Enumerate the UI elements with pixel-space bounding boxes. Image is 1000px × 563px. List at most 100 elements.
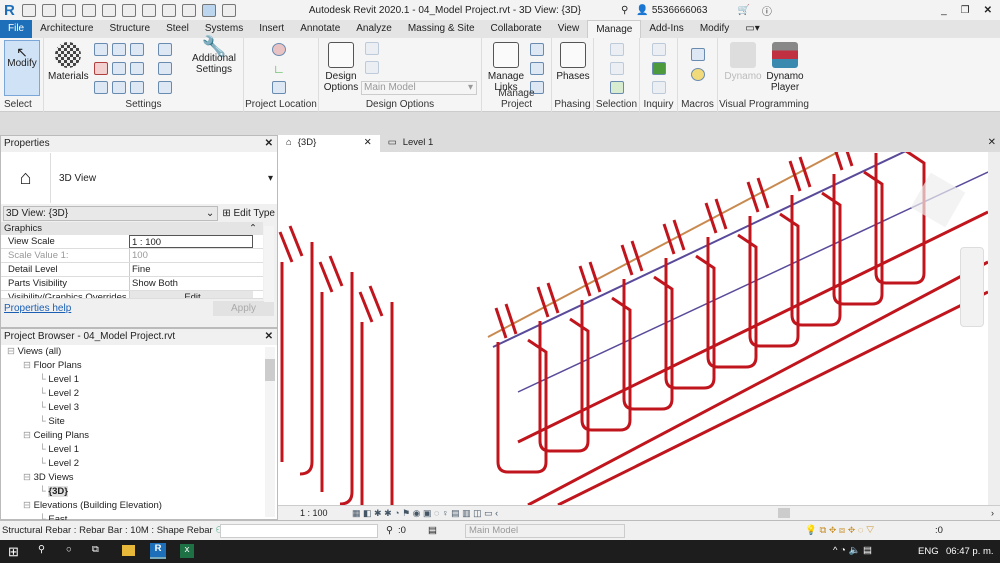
browser-item[interactable]: └ {3D}	[1, 485, 277, 499]
browser-item[interactable]: └ Site	[1, 415, 277, 429]
edit-type-button[interactable]: ⊞ Edit Type	[222, 208, 275, 219]
tab-analyze[interactable]: Analyze	[348, 20, 400, 38]
cortana-icon[interactable]: ○	[66, 544, 72, 555]
close-button[interactable]: ✕	[984, 5, 992, 16]
file-explorer-icon[interactable]	[122, 545, 135, 556]
shared-parameters-icon[interactable]	[112, 62, 126, 75]
phases-button[interactable]: Phases	[555, 42, 591, 82]
thin-lines-icon[interactable]	[201, 3, 216, 17]
tab-add-ins[interactable]: Add-Ins	[641, 20, 691, 38]
import-units-icon[interactable]	[530, 43, 544, 56]
group-graphics[interactable]: Graphics ⌃	[1, 222, 263, 235]
minimize-button[interactable]: _	[941, 5, 947, 16]
revit-logo-icon[interactable]: R	[4, 2, 15, 19]
panel-schedule-icon[interactable]	[130, 62, 144, 75]
user-icon[interactable]: 👤	[636, 5, 648, 16]
horizontal-scrollbar[interactable]	[778, 508, 790, 518]
help-icon[interactable]: ⓘ	[762, 3, 772, 18]
project-units-icon[interactable]	[158, 81, 172, 94]
project-parameters-icon[interactable]	[94, 81, 108, 94]
global-parameters-icon[interactable]	[112, 81, 126, 94]
browser-item[interactable]: ⊟ Elevations (Building Elevation)	[1, 499, 277, 513]
apply-button[interactable]: Apply	[212, 301, 274, 316]
chevron-down-icon[interactable]: ▾	[268, 173, 273, 184]
save-icon[interactable]	[41, 3, 56, 17]
tab-collaborate[interactable]: Collaborate	[483, 20, 550, 38]
view-scale[interactable]: 1 : 100	[300, 508, 328, 518]
user-name[interactable]: 5536666063	[652, 5, 708, 16]
sync-icon[interactable]	[61, 3, 76, 17]
macro-manager-icon[interactable]	[691, 48, 705, 61]
design-options-button[interactable]: Design Options	[323, 42, 359, 93]
selection-options-icons[interactable]: 💡 ⧉ ✥ ⧈ ✥ ◌ ▽	[805, 521, 874, 540]
design-option-icon[interactable]: ▤	[428, 521, 437, 540]
browser-item[interactable]: ⊟ Views (all)	[1, 345, 277, 359]
3d-viewport[interactable]	[278, 152, 988, 505]
ribbon-options-icon[interactable]: ▭▾	[737, 20, 767, 38]
tab-annotate[interactable]: Annotate	[292, 20, 348, 38]
transfer-standards-icon[interactable]	[130, 81, 144, 94]
browser-scrollbar[interactable]	[265, 347, 275, 517]
materials-button[interactable]: Materials	[48, 42, 89, 82]
cart-icon[interactable]: 🛒	[737, 5, 749, 16]
mep-settings-icon[interactable]	[130, 43, 144, 56]
open-icon[interactable]	[21, 3, 36, 17]
tab-modify[interactable]: Modify	[692, 20, 737, 38]
search-icon[interactable]: ⚲	[38, 544, 45, 555]
tab-manage[interactable]: Manage	[587, 20, 642, 38]
select-dropdown[interactable]: Select	[0, 99, 43, 110]
undo-icon[interactable]	[81, 3, 96, 17]
browser-item[interactable]: └ Level 1	[1, 443, 277, 457]
close-icon[interactable]: ✕	[364, 137, 372, 150]
measure-icon[interactable]	[141, 3, 156, 17]
print-icon[interactable]	[121, 3, 136, 17]
browser-item[interactable]: └ Level 1	[1, 373, 277, 387]
close-hidden-windows-icon[interactable]	[221, 3, 236, 17]
main-model-select[interactable]: Main Model ▾	[361, 81, 477, 95]
tab-view[interactable]: View	[550, 20, 588, 38]
modify-button[interactable]: ↖ Modify	[4, 40, 40, 96]
redo-icon[interactable]	[101, 3, 116, 17]
clock[interactable]: 06:47 p. m.	[946, 546, 994, 557]
navigation-bar[interactable]	[960, 247, 984, 327]
tab-massing-site[interactable]: Massing & Site	[400, 20, 483, 38]
revit-taskbar-icon[interactable]: R	[150, 543, 166, 559]
dynamo-player-button[interactable]: Dynamo Player	[764, 42, 806, 93]
type-selector[interactable]: ⌂ 3D View ▾	[1, 152, 277, 204]
edit-selection-icon[interactable]	[610, 81, 624, 94]
view-controls-icons[interactable]: ▦ ◧ ✱ ✱ ◔ ⚑ ◉ ▣ ◌ ♀ ▤ ▥ ◫ ▭ ‹	[352, 508, 498, 518]
search-binoculars-icon[interactable]: ⚲	[621, 5, 628, 16]
design-option-select[interactable]: Main Model	[465, 524, 625, 538]
workset-select[interactable]	[220, 524, 378, 538]
collapse-icon[interactable]: ⊟	[23, 500, 34, 511]
decal-types-icon[interactable]	[530, 62, 544, 75]
instance-filter-select[interactable]: 3D View: {3D} ⌄	[3, 205, 219, 221]
location-icon[interactable]	[272, 43, 286, 56]
text-icon[interactable]	[161, 3, 176, 17]
collapse-icon[interactable]: ⊟	[23, 472, 34, 483]
object-styles-icon[interactable]	[94, 43, 108, 56]
additional-settings-button[interactable]: 🔧 Additional Settings	[188, 37, 240, 75]
browser-item[interactable]: └ Level 2	[1, 387, 277, 401]
close-icon[interactable]: ✕	[265, 329, 273, 345]
tray-icons[interactable]: ^ ◔ 🔈 ▤	[833, 545, 872, 556]
tab-insert[interactable]: Insert	[251, 20, 292, 38]
properties-scrollbar[interactable]	[264, 226, 274, 302]
properties-help-link[interactable]: Properties help	[4, 303, 71, 314]
view-tab-level-1[interactable]: ▭ Level 1	[380, 135, 442, 152]
browser-item[interactable]: ⊟ Floor Plans	[1, 359, 277, 373]
browser-item[interactable]: ⊟ Ceiling Plans	[1, 429, 277, 443]
close-icon[interactable]: ✕	[265, 136, 273, 152]
structural-settings-icon[interactable]	[112, 43, 126, 56]
collapse-icon[interactable]: ⊟	[23, 360, 34, 371]
windows-start-icon[interactable]: ⊞	[8, 544, 19, 560]
tab-architecture[interactable]: Architecture	[32, 20, 101, 38]
collapse-icon[interactable]: ⊟	[23, 430, 34, 441]
coordinates-icon[interactable]: ∟	[272, 62, 286, 76]
viewport-scrollbar[interactable]	[988, 152, 1000, 505]
task-view-icon[interactable]: ⧉	[92, 544, 99, 555]
close-icon[interactable]: ✕	[984, 135, 1000, 152]
position-icon[interactable]	[272, 81, 286, 94]
project-info-icon[interactable]	[158, 43, 172, 56]
collapse-icon[interactable]: ⊟	[7, 346, 18, 357]
